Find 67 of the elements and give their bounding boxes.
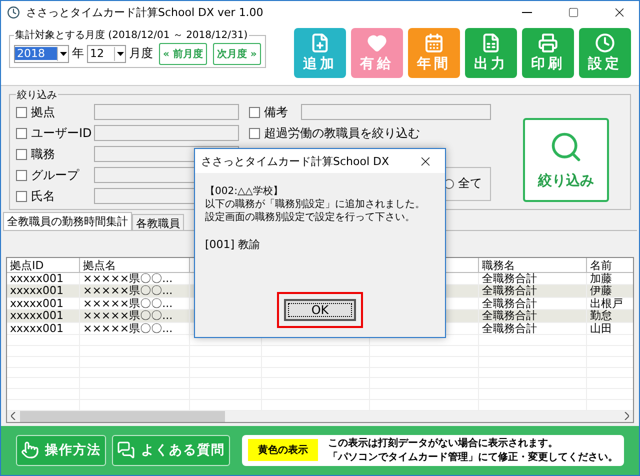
checkbox[interactable] <box>249 106 260 118</box>
radio-label: 全て <box>458 175 482 192</box>
legend-text: 「パソコンでタイムカード管理」にて修正・変更してください。 <box>328 450 618 464</box>
scroll-right-icon[interactable] <box>624 412 629 420</box>
document-plus-icon <box>310 33 330 53</box>
horizontal-scrollbar[interactable] <box>7 410 633 422</box>
caret-icon <box>116 52 124 56</box>
tab[interactable]: 全教職員の勤務時間集計 <box>3 212 132 230</box>
footer-button[interactable]: 操作方法 <box>16 434 106 466</box>
year-unit-label: 年 <box>72 45 84 62</box>
dialog-message: 設定画面の職務別設定で設定を行って下さい。 <box>205 211 415 224</box>
checkbox[interactable] <box>249 128 260 139</box>
column-header[interactable]: 職務名 <box>479 258 587 273</box>
previous-month-button[interactable]: « 前月度 <box>159 42 207 64</box>
filter-button[interactable]: 絞り込み <box>523 118 609 202</box>
toolbar-button[interactable]: 年間 <box>408 28 460 78</box>
dialog-title: ささっとタイムカード計算School DX <box>201 154 390 168</box>
column-header[interactable]: 拠点ID <box>7 258 80 273</box>
clock-icon <box>595 33 615 53</box>
checkbox-label: 超過労働の教職員を絞り込む <box>264 124 420 142</box>
toolbar-button[interactable]: 追加 <box>294 28 346 78</box>
tab[interactable]: 各教職員 <box>132 214 184 230</box>
scroll-left-icon[interactable] <box>11 412 16 420</box>
toolbar-button[interactable]: 設定 <box>579 28 631 78</box>
toolbar-button[interactable]: 有給 <box>351 28 403 78</box>
checkbox[interactable] <box>16 148 27 160</box>
month-unit-label: 月度 <box>129 45 153 62</box>
checkbox-label: 拠点 <box>31 104 55 121</box>
table-cell: 山田 <box>587 322 633 336</box>
table-cell: ×××××県〇〇... <box>80 322 190 336</box>
month-dropdown[interactable]: 12 <box>87 44 126 62</box>
dialog-message: 以下の職務が「職務別設定」に追加されました。 <box>205 198 425 211</box>
calendar-icon <box>424 33 444 53</box>
caret-icon <box>60 52 66 56</box>
hand-pointer-icon <box>21 441 39 460</box>
spreadsheet-icon <box>481 33 501 53</box>
table-cell: xxxxx001 <box>7 322 80 336</box>
year-dropdown[interactable]: 2018 <box>14 44 69 62</box>
window-title: ささっとタイムカード計算School DX ver 1.00 <box>26 4 264 20</box>
checkbox-label: 職務 <box>31 146 55 163</box>
group-label: 絞り込み <box>16 88 58 102</box>
column-header[interactable]: 拠点名 <box>80 258 190 273</box>
dialog-message: 【002:△△学校】 <box>205 185 283 198</box>
printer-icon <box>538 33 558 53</box>
checkbox[interactable] <box>16 106 27 118</box>
maximize-icon <box>568 6 578 18</box>
legend-tag: 黄色の表示 <box>248 439 318 462</box>
footer-button[interactable]: よくある質問 <box>112 434 230 466</box>
chat-bubbles-icon <box>117 441 135 460</box>
checkbox-label: ユーザーID <box>31 124 92 142</box>
table-cell: 全職務合計 <box>479 322 587 336</box>
checkbox-label: 備考 <box>264 104 288 121</box>
group-label: 集計対象とする月度 (2018/12/01 ～ 2018/12/31) <box>14 28 249 42</box>
checkbox[interactable] <box>16 190 27 202</box>
dialog-item: [001] 教諭 <box>205 237 262 252</box>
toolbar-button[interactable]: 印刷 <box>522 28 574 78</box>
checkbox-label: 氏名 <box>31 188 55 205</box>
column-header[interactable]: 名前 <box>587 258 633 273</box>
checkbox[interactable] <box>16 170 27 181</box>
legend-text: この表示は打刻データがない場合に表示されます。 <box>328 436 559 450</box>
ok-button[interactable]: OK <box>284 299 356 321</box>
toolbar-button[interactable]: 出力 <box>465 28 517 78</box>
heart-icon <box>367 33 387 53</box>
checkbox-label: グループ <box>31 166 79 184</box>
app-logo-icon <box>7 6 20 18</box>
checkbox[interactable] <box>16 128 27 139</box>
next-month-button[interactable]: 次月度 » <box>212 42 261 64</box>
